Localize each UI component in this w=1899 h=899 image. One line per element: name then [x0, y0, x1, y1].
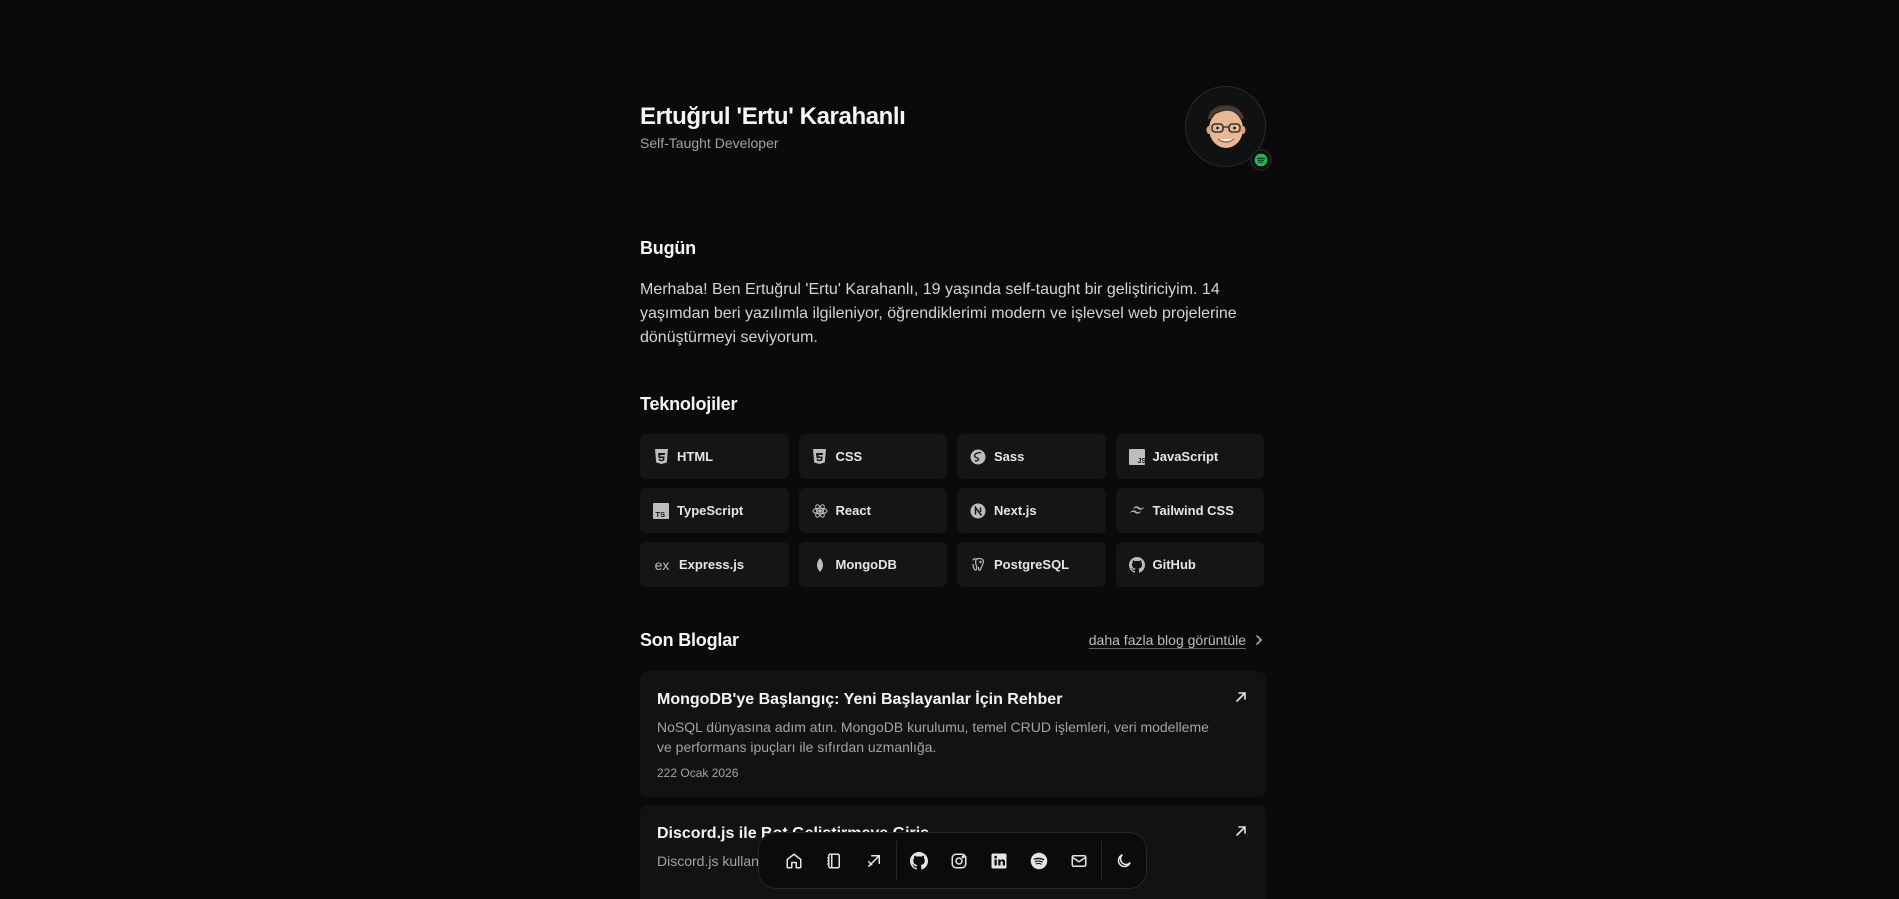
- tech-label: JavaScript: [1152, 449, 1219, 464]
- tech-item-nextjs[interactable]: Next.js: [957, 488, 1106, 533]
- react-icon: [812, 503, 828, 519]
- github-icon: [1128, 556, 1145, 573]
- tech-item-tailwind[interactable]: Tailwind CSS: [1115, 488, 1264, 533]
- about-title: Bugün: [640, 238, 696, 258]
- mail-icon: [1071, 854, 1087, 867]
- css3-icon: [812, 448, 828, 465]
- dock-github-button[interactable]: [899, 841, 939, 881]
- dock-mail-button[interactable]: [1059, 841, 1099, 881]
- tech-item-mongodb[interactable]: MongoDB: [798, 542, 947, 587]
- blog-card[interactable]: MongoDB'ye Başlangıç: Yeni Başlayanlar İ…: [640, 671, 1266, 797]
- dock-projects-button[interactable]: [854, 841, 894, 881]
- arrow-up-right-icon: [868, 854, 880, 867]
- spotify-status-badge[interactable]: [1250, 149, 1272, 171]
- tech-item-html[interactable]: HTML: [640, 434, 789, 479]
- tech-item-react[interactable]: React: [798, 488, 947, 533]
- tech-item-postgresql[interactable]: PostgreSQL: [957, 542, 1106, 587]
- javascript-icon: JS: [1128, 448, 1145, 465]
- tech-label: CSS: [835, 449, 863, 464]
- tech-label: MongoDB: [835, 557, 897, 572]
- dock-home-button[interactable]: [774, 841, 814, 881]
- moon-icon: [1117, 853, 1131, 867]
- tech-label: Express.js: [679, 557, 745, 572]
- blogs-title: Son Bloglar: [640, 630, 739, 650]
- blog-description: NoSQL dünyasına adım atın. MongoDB kurul…: [657, 719, 1209, 755]
- nextjs-icon: [970, 503, 986, 519]
- profile-header: Ertuğrul 'Ertu' Karahanlı Self-Taught De…: [640, 86, 1272, 171]
- page: Ertuğrul 'Ertu' Karahanlı Self-Taught De…: [0, 0, 1899, 899]
- avatar[interactable]: [1185, 86, 1272, 171]
- dock-divider: [896, 840, 897, 881]
- sass-icon: [970, 449, 986, 465]
- dock-linkedin-button[interactable]: [979, 841, 1019, 881]
- svg-text:JS: JS: [1137, 458, 1145, 465]
- mongodb-icon: [812, 557, 828, 573]
- about-text: Merhaba! Ben Ertuğrul 'Ertu' Karahanlı, …: [640, 281, 1237, 346]
- instagram-icon: [951, 853, 967, 868]
- tech-label: TypeScript: [677, 503, 744, 518]
- more-blogs-link[interactable]: daha fazla blog görüntüle: [1089, 632, 1266, 648]
- github-icon: [910, 851, 928, 870]
- arrow-up-right-icon: [1236, 692, 1246, 702]
- memoji-avatar: [1206, 105, 1246, 148]
- bottom-dock: [758, 832, 1147, 889]
- dock-theme-toggle[interactable]: [1104, 841, 1144, 881]
- blog-date: 222 Ocak 2026: [657, 766, 739, 780]
- tech-item-javascript[interactable]: JS JavaScript: [1115, 434, 1264, 479]
- tech-item-css[interactable]: CSS: [798, 434, 947, 479]
- profile-name: Ertuğrul 'Ertu' Karahanlı: [640, 103, 906, 130]
- tech-item-sass[interactable]: Sass: [957, 434, 1106, 479]
- tech-item-typescript[interactable]: TS TypeScript: [640, 488, 789, 533]
- express-icon: ex: [654, 556, 670, 573]
- tech-label: GitHub: [1152, 557, 1196, 572]
- home-icon: [786, 853, 802, 868]
- dock-notebook-button[interactable]: [814, 841, 854, 881]
- blog-title: MongoDB'ye Başlangıç: Yeni Başlayanlar İ…: [657, 691, 1063, 708]
- dock-spotify-button[interactable]: [1019, 841, 1059, 881]
- tech-label: Next.js: [994, 503, 1037, 518]
- tech-label: Tailwind CSS: [1152, 503, 1234, 518]
- linkedin-icon: [991, 853, 1007, 868]
- profile-role: Self-Taught Developer: [640, 135, 779, 151]
- tech-item-github[interactable]: GitHub: [1115, 542, 1264, 587]
- tech-label: HTML: [677, 449, 714, 464]
- arrow-up-right-icon: [1236, 826, 1246, 836]
- spotify-icon: [1030, 852, 1048, 869]
- tech-grid: HTML CSS Sass JS JavaScript TS TypeScrip…: [640, 434, 1266, 587]
- tech-label: Sass: [994, 449, 1025, 464]
- notebook-icon: [827, 853, 840, 868]
- spotify-icon: [1254, 153, 1268, 167]
- dock-instagram-button[interactable]: [939, 841, 979, 881]
- tech-title: Teknolojiler: [640, 394, 738, 414]
- tech-label: React: [835, 503, 871, 518]
- postgresql-icon: [970, 557, 986, 573]
- dock-divider: [1101, 840, 1102, 881]
- chevron-right-icon: [1256, 635, 1263, 645]
- html5-icon: [653, 448, 669, 465]
- tech-item-express[interactable]: ex Express.js: [640, 542, 789, 587]
- more-blogs-label: daha fazla blog görüntüle: [1088, 632, 1246, 648]
- tech-label: PostgreSQL: [994, 557, 1070, 572]
- tailwind-icon: [1129, 503, 1145, 519]
- typescript-icon: TS: [653, 502, 669, 519]
- svg-text:TS: TS: [656, 510, 666, 519]
